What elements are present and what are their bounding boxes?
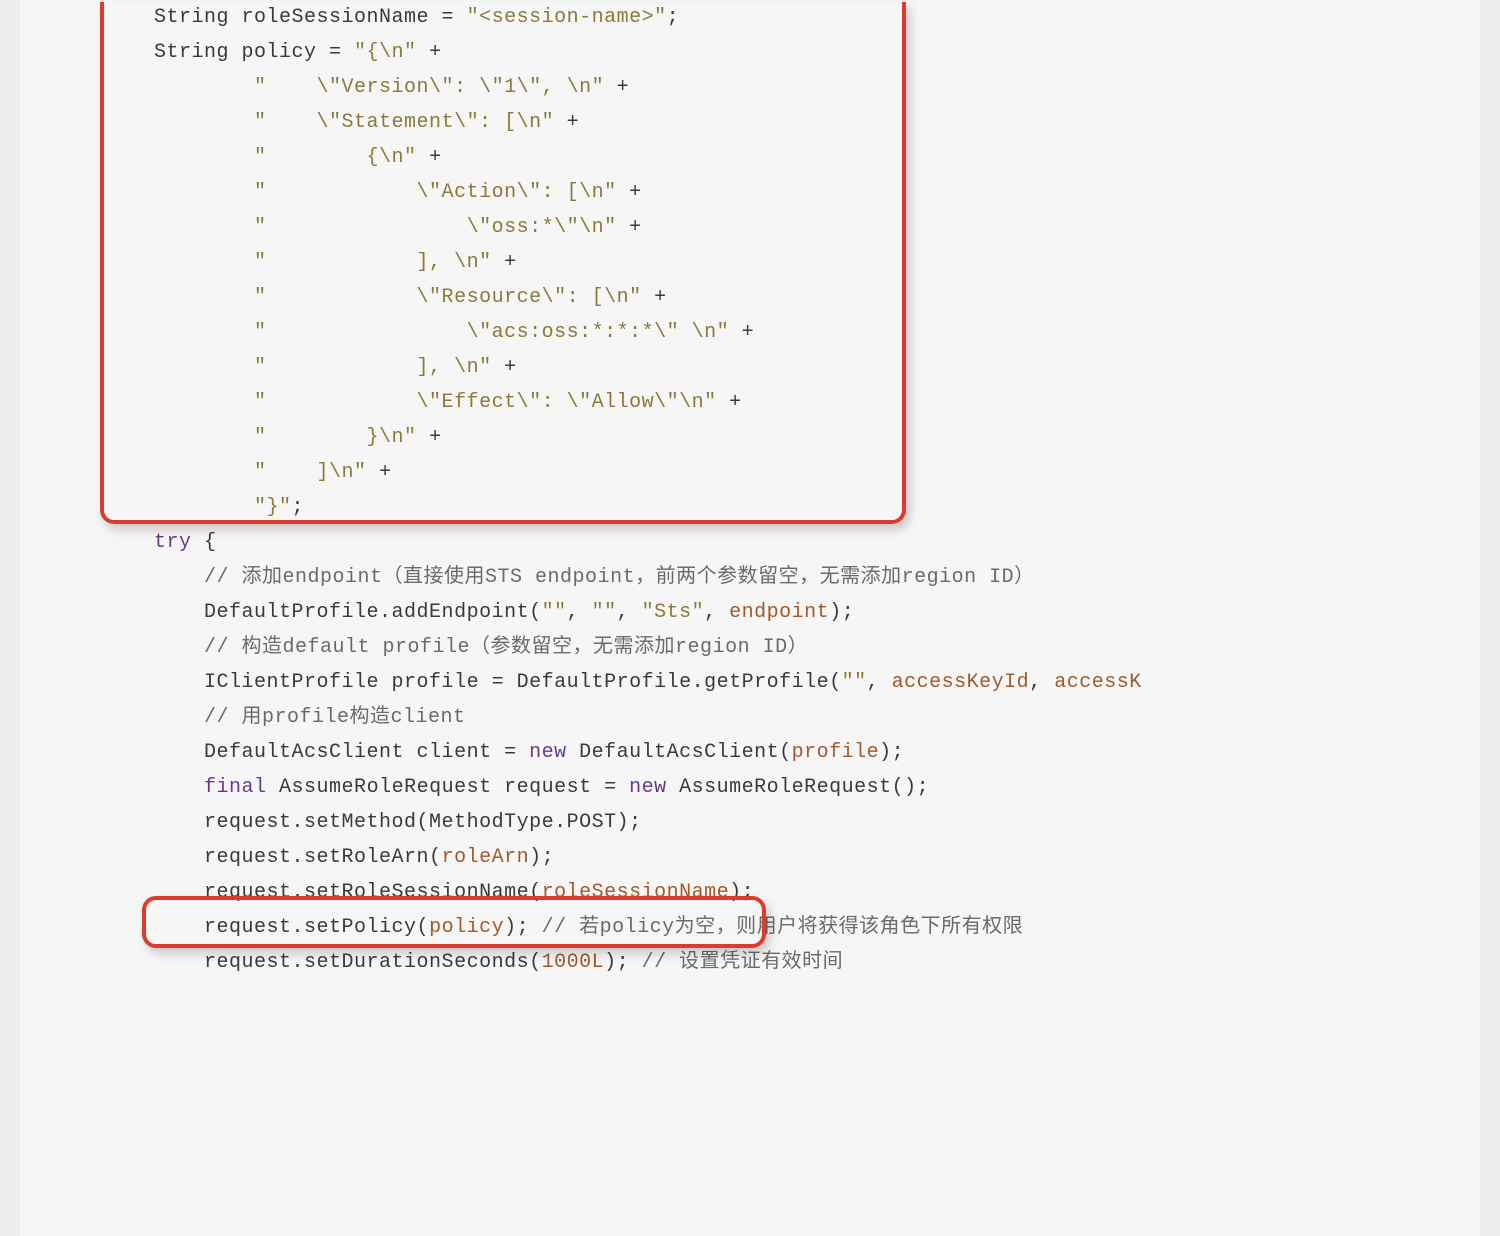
code-line: "}"; bbox=[54, 496, 304, 519]
code-line: request.setPolicy(policy); // 若policy为空，… bbox=[54, 916, 1023, 939]
code-line: " \"Version\": \"1\", \n" + bbox=[54, 76, 629, 99]
code-line: final AssumeRoleRequest request = new As… bbox=[54, 776, 929, 799]
code-line: " \"acs:oss:*:*:*\" \n" + bbox=[54, 321, 754, 344]
code-line: try { bbox=[54, 531, 217, 554]
code-line: " \"Resource\": [\n" + bbox=[54, 286, 667, 309]
code-line: request.setMethod(MethodType.POST); bbox=[54, 811, 642, 834]
code-line: " ]\n" + bbox=[54, 461, 392, 484]
code-line: DefaultProfile.addEndpoint("", "", "Sts"… bbox=[54, 601, 854, 624]
code-line: " ], \n" + bbox=[54, 251, 517, 274]
code-line: // 用profile构造client bbox=[54, 706, 466, 729]
code-line: " \"oss:*\"\n" + bbox=[54, 216, 642, 239]
code-line: " ], \n" + bbox=[54, 356, 517, 379]
code-block: String roleSessionName = "<session-name>… bbox=[20, 0, 1480, 1236]
code-line: // 构造default profile（参数留空，无需添加region ID） bbox=[54, 636, 808, 659]
code-line: request.setRoleSessionName(roleSessionNa… bbox=[54, 881, 754, 904]
code-line: String roleSessionName = "<session-name>… bbox=[54, 6, 679, 29]
code-line: " \"Action\": [\n" + bbox=[54, 181, 642, 204]
code-line: IClientProfile profile = DefaultProfile.… bbox=[54, 671, 1142, 694]
code-pre: String roleSessionName = "<session-name>… bbox=[20, 0, 1480, 980]
code-line: " }\n" + bbox=[54, 426, 442, 449]
code-line: request.setRoleArn(roleArn); bbox=[54, 846, 554, 869]
code-line: // 添加endpoint（直接使用STS endpoint，前两个参数留空，无… bbox=[54, 566, 1035, 589]
code-line: " \"Statement\": [\n" + bbox=[54, 111, 579, 134]
code-line: String policy = "{\n" + bbox=[54, 41, 442, 64]
code-line: DefaultAcsClient client = new DefaultAcs… bbox=[54, 741, 904, 764]
code-line: " {\n" + bbox=[54, 146, 442, 169]
code-line: " \"Effect\": \"Allow\"\n" + bbox=[54, 391, 742, 414]
code-line: request.setDurationSeconds(1000L); // 设置… bbox=[54, 951, 843, 974]
